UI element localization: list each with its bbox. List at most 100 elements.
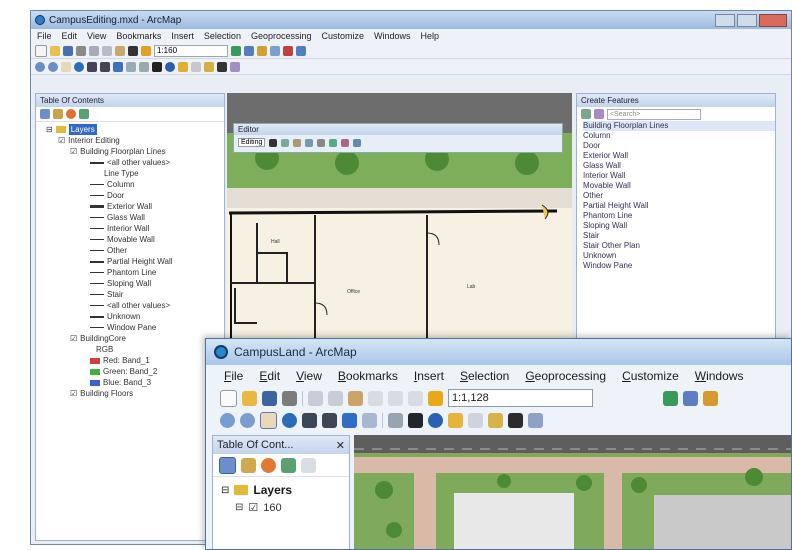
menu-selection[interactable]: Selection bbox=[460, 369, 509, 383]
forward-arrow-icon[interactable] bbox=[362, 412, 377, 428]
reshape-icon[interactable] bbox=[293, 138, 302, 147]
zoom-in-icon[interactable] bbox=[35, 61, 45, 72]
delete-icon[interactable] bbox=[368, 390, 383, 406]
add-data-icon[interactable] bbox=[428, 390, 443, 406]
cf-template-item[interactable]: Column bbox=[583, 131, 775, 141]
measure-icon[interactable] bbox=[488, 412, 503, 428]
menu-geoprocessing[interactable]: Geoprocessing bbox=[251, 31, 312, 41]
pan-icon[interactable] bbox=[260, 411, 277, 429]
find-route-icon[interactable] bbox=[528, 412, 543, 428]
cf-template-item[interactable]: Window Pane bbox=[583, 261, 775, 271]
find-route-icon[interactable] bbox=[230, 61, 240, 72]
back-arrow-icon[interactable] bbox=[113, 61, 123, 72]
menu-edit[interactable]: Edit bbox=[259, 369, 280, 383]
new-icon[interactable] bbox=[220, 389, 237, 407]
options-icon[interactable] bbox=[301, 457, 316, 473]
forward-arrow-icon[interactable] bbox=[126, 61, 136, 72]
sketch-properties-icon[interactable] bbox=[341, 138, 350, 147]
catalog-icon[interactable] bbox=[703, 390, 718, 406]
menu-view[interactable]: View bbox=[87, 31, 106, 41]
open-icon[interactable] bbox=[50, 45, 60, 56]
print-icon[interactable] bbox=[282, 390, 297, 406]
editor-toolbar-icon[interactable] bbox=[231, 45, 241, 56]
redo-icon[interactable] bbox=[408, 390, 423, 406]
attributes-icon[interactable] bbox=[329, 138, 338, 147]
select-elements-icon[interactable] bbox=[408, 412, 423, 428]
toc-icon[interactable] bbox=[244, 45, 254, 56]
fixed-zoom-out-icon[interactable] bbox=[322, 412, 337, 428]
template-organize-icon[interactable] bbox=[581, 109, 591, 119]
list-by-selection-icon[interactable] bbox=[281, 457, 296, 473]
zoom-out-icon[interactable] bbox=[240, 412, 255, 428]
editor-menu-button[interactable]: Editing bbox=[238, 138, 266, 147]
menu-help[interactable]: Help bbox=[421, 31, 440, 41]
minimize-button[interactable] bbox=[715, 13, 735, 27]
checkbox-checked-icon[interactable]: ☑ bbox=[58, 135, 65, 146]
cf-template-item[interactable]: Glass Wall bbox=[583, 161, 775, 171]
full-extent-icon[interactable] bbox=[282, 412, 297, 428]
copy-icon[interactable] bbox=[102, 45, 112, 56]
checkbox-checked-icon[interactable]: ☑ bbox=[70, 333, 77, 344]
front-map-view[interactable] bbox=[354, 435, 791, 549]
filter-icon[interactable] bbox=[594, 109, 604, 119]
add-data-icon[interactable] bbox=[141, 45, 151, 56]
expand-icon[interactable]: ⊟ bbox=[235, 502, 243, 513]
menu-file[interactable]: File bbox=[37, 31, 52, 41]
menu-geoprocessing[interactable]: Geoprocessing bbox=[525, 369, 606, 383]
expand-icon[interactable]: ⊟ bbox=[46, 124, 53, 135]
html-popup-icon[interactable] bbox=[468, 412, 483, 428]
full-extent-icon[interactable] bbox=[74, 61, 84, 72]
select-elements-icon[interactable] bbox=[152, 61, 162, 72]
cf-template-item[interactable]: Sloping Wall bbox=[583, 221, 775, 231]
cf-template-item[interactable]: Unknown bbox=[583, 251, 775, 261]
list-by-source-icon[interactable] bbox=[241, 457, 256, 473]
select-features-icon[interactable] bbox=[388, 412, 403, 428]
maximize-button[interactable] bbox=[737, 13, 757, 27]
toc-layer-buildingcore[interactable]: ☑ BuildingCore bbox=[42, 333, 224, 344]
find-icon[interactable] bbox=[508, 412, 523, 428]
paste-icon[interactable] bbox=[348, 390, 363, 406]
hyperlink-icon[interactable] bbox=[178, 61, 188, 72]
save-icon[interactable] bbox=[63, 45, 73, 56]
toc-layer-floorplan-lines[interactable]: ☑ Building Floorplan Lines bbox=[42, 146, 224, 157]
close-button[interactable] bbox=[759, 13, 787, 27]
open-icon[interactable] bbox=[242, 390, 257, 406]
save-icon[interactable] bbox=[262, 390, 277, 406]
find-icon[interactable] bbox=[217, 61, 227, 72]
menu-customize[interactable]: Customize bbox=[622, 369, 679, 383]
cf-template-item[interactable]: Other bbox=[583, 191, 775, 201]
create-features-icon[interactable] bbox=[353, 138, 362, 147]
measure-icon[interactable] bbox=[204, 61, 214, 72]
menu-bookmarks[interactable]: Bookmarks bbox=[116, 31, 161, 41]
editor-toolbar-icon[interactable] bbox=[663, 390, 678, 406]
python-icon[interactable] bbox=[296, 45, 306, 56]
menu-insert[interactable]: Insert bbox=[414, 369, 444, 383]
menu-windows[interactable]: Windows bbox=[374, 31, 411, 41]
scale-input[interactable]: 1:1,128 bbox=[448, 389, 593, 407]
delete-icon[interactable] bbox=[128, 45, 138, 56]
cf-template-item[interactable]: Stair Other Plan bbox=[583, 241, 775, 251]
catalog-icon[interactable] bbox=[257, 45, 267, 56]
checkbox-checked-icon[interactable]: ☑ bbox=[248, 501, 258, 514]
checkbox-checked-icon[interactable]: ☑ bbox=[70, 146, 77, 157]
menu-file[interactable]: File bbox=[224, 369, 243, 383]
cf-template-item[interactable]: Exterior Wall bbox=[583, 151, 775, 161]
arctoolbox-icon[interactable] bbox=[283, 45, 293, 56]
menu-bookmarks[interactable]: Bookmarks bbox=[338, 369, 398, 383]
menu-view[interactable]: View bbox=[296, 369, 322, 383]
expand-icon[interactable]: ⊟ bbox=[221, 485, 229, 496]
paste-icon[interactable] bbox=[115, 45, 125, 56]
cf-template-item[interactable]: Stair bbox=[583, 231, 775, 241]
pan-icon[interactable] bbox=[61, 61, 71, 72]
fixed-zoom-in-icon[interactable] bbox=[302, 412, 317, 428]
zoom-in-icon[interactable] bbox=[220, 412, 235, 428]
cf-template-item[interactable]: Partial Height Wall bbox=[583, 201, 775, 211]
search-icon[interactable] bbox=[270, 45, 280, 56]
scale-input[interactable]: 1:160 bbox=[154, 44, 228, 57]
menu-windows[interactable]: Windows bbox=[695, 369, 744, 383]
cut-icon[interactable] bbox=[308, 390, 323, 406]
fixed-zoom-in-icon[interactable] bbox=[87, 61, 97, 72]
toc-layers-item[interactable]: ⊟ Layers bbox=[42, 124, 224, 135]
cf-template-item[interactable]: Phantom Line bbox=[583, 211, 775, 221]
list-by-visibility-icon[interactable] bbox=[261, 457, 276, 473]
